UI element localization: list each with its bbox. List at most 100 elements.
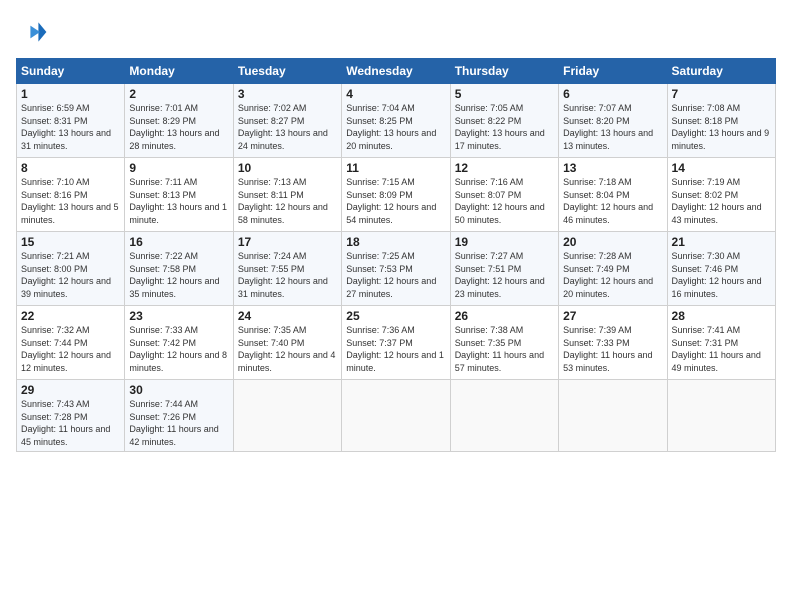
calendar: Sunday Monday Tuesday Wednesday Thursday… (16, 58, 776, 452)
day-info: Sunrise: 7:01 AMSunset: 8:29 PMDaylight:… (129, 103, 219, 151)
table-cell: 27 Sunrise: 7:39 AMSunset: 7:33 PMDayligh… (559, 306, 667, 380)
day-number: 20 (563, 235, 662, 249)
day-number: 5 (455, 87, 554, 101)
table-cell (667, 380, 775, 452)
day-number: 25 (346, 309, 445, 323)
table-cell: 11Sunrise: 7:15 AMSunset: 8:09 PMDayligh… (342, 158, 450, 232)
day-number: 4 (346, 87, 445, 101)
table-cell: 23 Sunrise: 7:33 AMSunset: 7:42 PMDayligh… (125, 306, 233, 380)
table-cell (559, 380, 667, 452)
table-cell: 18Sunrise: 7:25 AMSunset: 7:53 PMDayligh… (342, 232, 450, 306)
day-info: Sunrise: 7:04 AMSunset: 8:25 PMDaylight:… (346, 103, 436, 151)
day-info: Sunrise: 7:33 AMSunset: 7:42 PMDaylight:… (129, 325, 227, 373)
day-info: Sunrise: 7:30 AMSunset: 7:46 PMDaylight:… (672, 251, 762, 299)
day-info: Sunrise: 7:16 AMSunset: 8:07 PMDaylight:… (455, 177, 545, 225)
table-cell: 29 Sunrise: 7:43 AMSunset: 7:28 PMDayligh… (17, 380, 125, 452)
calendar-header-row: Sunday Monday Tuesday Wednesday Thursday… (17, 59, 776, 84)
day-info: Sunrise: 7:08 AMSunset: 8:18 PMDaylight:… (672, 103, 770, 151)
logo (16, 16, 52, 48)
table-cell: 4 Sunrise: 7:04 AMSunset: 8:25 PMDaylight… (342, 84, 450, 158)
day-info: Sunrise: 6:59 AMSunset: 8:31 PMDaylight:… (21, 103, 111, 151)
day-info: Sunrise: 7:24 AMSunset: 7:55 PMDaylight:… (238, 251, 328, 299)
col-saturday: Saturday (667, 59, 775, 84)
day-number: 30 (129, 383, 228, 397)
header (16, 16, 776, 48)
table-cell: 2 Sunrise: 7:01 AMSunset: 8:29 PMDaylight… (125, 84, 233, 158)
table-cell: 19 Sunrise: 7:27 AMSunset: 7:51 PMDayligh… (450, 232, 558, 306)
day-info: Sunrise: 7:15 AMSunset: 8:09 PMDaylight:… (346, 177, 436, 225)
table-cell: 12 Sunrise: 7:16 AMSunset: 8:07 PMDayligh… (450, 158, 558, 232)
table-cell (342, 380, 450, 452)
day-number: 21 (672, 235, 771, 249)
table-cell: 5 Sunrise: 7:05 AMSunset: 8:22 PMDaylight… (450, 84, 558, 158)
day-number: 29 (21, 383, 120, 397)
col-tuesday: Tuesday (233, 59, 341, 84)
table-cell: 28 Sunrise: 7:41 AMSunset: 7:31 PMDayligh… (667, 306, 775, 380)
day-info: Sunrise: 7:39 AMSunset: 7:33 PMDaylight:… (563, 325, 652, 373)
col-wednesday: Wednesday (342, 59, 450, 84)
table-cell: 26 Sunrise: 7:38 AMSunset: 7:35 PMDayligh… (450, 306, 558, 380)
col-thursday: Thursday (450, 59, 558, 84)
day-info: Sunrise: 7:28 AMSunset: 7:49 PMDaylight:… (563, 251, 653, 299)
day-number: 9 (129, 161, 228, 175)
table-cell: 14 Sunrise: 7:19 AMSunset: 8:02 PMDayligh… (667, 158, 775, 232)
table-cell: 1 Sunrise: 6:59 AMSunset: 8:31 PMDaylight… (17, 84, 125, 158)
table-cell: 20 Sunrise: 7:28 AMSunset: 7:49 PMDayligh… (559, 232, 667, 306)
table-cell (450, 380, 558, 452)
table-cell: 25 Sunrise: 7:36 AMSunset: 7:37 PMDayligh… (342, 306, 450, 380)
table-cell: 7 Sunrise: 7:08 AMSunset: 8:18 PMDaylight… (667, 84, 775, 158)
day-info: Sunrise: 7:18 AMSunset: 8:04 PMDaylight:… (563, 177, 653, 225)
day-number: 23 (129, 309, 228, 323)
day-number: 15 (21, 235, 120, 249)
table-cell: 8Sunrise: 7:10 AMSunset: 8:16 PMDaylight… (17, 158, 125, 232)
day-number: 12 (455, 161, 554, 175)
table-cell: 10 Sunrise: 7:13 AMSunset: 8:11 PMDayligh… (233, 158, 341, 232)
day-number: 8 (21, 161, 120, 175)
day-number: 13 (563, 161, 662, 175)
logo-icon (16, 16, 48, 48)
day-number: 28 (672, 309, 771, 323)
day-number: 22 (21, 309, 120, 323)
day-info: Sunrise: 7:07 AMSunset: 8:20 PMDaylight:… (563, 103, 653, 151)
day-info: Sunrise: 7:19 AMSunset: 8:02 PMDaylight:… (672, 177, 762, 225)
day-info: Sunrise: 7:38 AMSunset: 7:35 PMDaylight:… (455, 325, 544, 373)
table-cell: 9Sunrise: 7:11 AMSunset: 8:13 PMDaylight… (125, 158, 233, 232)
col-sunday: Sunday (17, 59, 125, 84)
day-info: Sunrise: 7:43 AMSunset: 7:28 PMDaylight:… (21, 399, 110, 447)
table-cell: 22 Sunrise: 7:32 AMSunset: 7:44 PMDayligh… (17, 306, 125, 380)
day-number: 3 (238, 87, 337, 101)
day-info: Sunrise: 7:41 AMSunset: 7:31 PMDaylight:… (672, 325, 761, 373)
col-friday: Friday (559, 59, 667, 84)
day-number: 26 (455, 309, 554, 323)
day-number: 10 (238, 161, 337, 175)
page: Sunday Monday Tuesday Wednesday Thursday… (0, 0, 792, 612)
table-cell: 30 Sunrise: 7:44 AMSunset: 7:26 PMDayligh… (125, 380, 233, 452)
day-info: Sunrise: 7:36 AMSunset: 7:37 PMDaylight:… (346, 325, 444, 373)
day-info: Sunrise: 7:22 AMSunset: 7:58 PMDaylight:… (129, 251, 219, 299)
day-info: Sunrise: 7:44 AMSunset: 7:26 PMDaylight:… (129, 399, 218, 447)
day-info: Sunrise: 7:35 AMSunset: 7:40 PMDaylight:… (238, 325, 336, 373)
day-number: 14 (672, 161, 771, 175)
table-cell: 17 Sunrise: 7:24 AMSunset: 7:55 PMDayligh… (233, 232, 341, 306)
table-cell: 16 Sunrise: 7:22 AMSunset: 7:58 PMDayligh… (125, 232, 233, 306)
day-info: Sunrise: 7:05 AMSunset: 8:22 PMDaylight:… (455, 103, 545, 151)
table-cell (233, 380, 341, 452)
day-info: Sunrise: 7:27 AMSunset: 7:51 PMDaylight:… (455, 251, 545, 299)
day-number: 19 (455, 235, 554, 249)
day-number: 6 (563, 87, 662, 101)
day-number: 2 (129, 87, 228, 101)
day-info: Sunrise: 7:02 AMSunset: 8:27 PMDaylight:… (238, 103, 328, 151)
table-cell: 13 Sunrise: 7:18 AMSunset: 8:04 PMDayligh… (559, 158, 667, 232)
day-number: 24 (238, 309, 337, 323)
day-info: Sunrise: 7:32 AMSunset: 7:44 PMDaylight:… (21, 325, 111, 373)
day-info: Sunrise: 7:13 AMSunset: 8:11 PMDaylight:… (238, 177, 328, 225)
table-cell: 24 Sunrise: 7:35 AMSunset: 7:40 PMDayligh… (233, 306, 341, 380)
day-number: 1 (21, 87, 120, 101)
col-monday: Monday (125, 59, 233, 84)
day-number: 16 (129, 235, 228, 249)
day-number: 17 (238, 235, 337, 249)
day-info: Sunrise: 7:21 AMSunset: 8:00 PMDaylight:… (21, 251, 111, 299)
day-number: 7 (672, 87, 771, 101)
day-number: 27 (563, 309, 662, 323)
day-number: 18 (346, 235, 445, 249)
